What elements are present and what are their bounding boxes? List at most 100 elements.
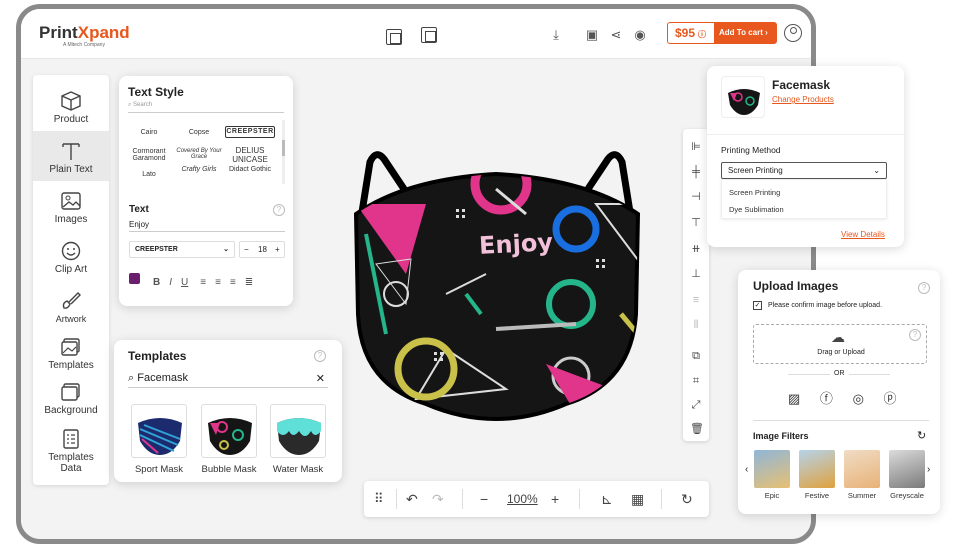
instagram-icon[interactable]: ◎ [853, 391, 864, 406]
template-thumb-sport[interactable] [131, 404, 187, 458]
refresh-icon[interactable]: ↻ [917, 429, 926, 442]
text-input[interactable]: Enjoy [129, 220, 285, 232]
reset-icon[interactable]: ↻ [681, 491, 693, 507]
sidebar-item-plain-text[interactable]: Plain Text [33, 131, 109, 181]
printing-method-select[interactable]: Screen Printing ⌄ [721, 162, 887, 179]
delete-icon[interactable]: 🗑 [690, 423, 704, 435]
font-option[interactable]: Cairo [124, 129, 174, 136]
sidebar-item-product[interactable]: Product [33, 81, 109, 131]
align-center-h-icon[interactable]: ╪ [690, 166, 702, 178]
data-icon [63, 429, 79, 449]
grid-icon[interactable]: ▦ [631, 491, 644, 507]
zoom-level[interactable]: 100% [507, 491, 538, 507]
text-label: Text [129, 204, 149, 215]
filter-epic[interactable] [754, 450, 790, 488]
sidebar-item-background[interactable]: Background [33, 372, 109, 422]
text-color-swatch[interactable] [129, 273, 140, 284]
panel-title: Text Style [128, 85, 184, 99]
align-right-icon[interactable]: ⊣ [690, 191, 702, 203]
mask-artwork[interactable]: Enjoy [346, 144, 646, 429]
send-backward-icon[interactable] [421, 27, 437, 43]
template-thumb-water[interactable] [270, 404, 326, 458]
filter-festive[interactable] [799, 450, 835, 488]
redo-icon[interactable]: ↷ [432, 491, 444, 507]
add-to-cart-button[interactable]: Add To cart › [714, 23, 776, 43]
sidebar-item-label: Templates [48, 452, 94, 463]
align-bottom-icon[interactable]: ⊥ [690, 268, 702, 280]
facebook-icon[interactable]: ⓕ [820, 391, 833, 406]
template-label: Water Mask [272, 464, 324, 475]
font-option[interactable]: Didact Gothic [225, 166, 275, 173]
drag-handle-icon[interactable]: ⠿ [374, 491, 384, 507]
font-option[interactable]: Covered By Your Grace [174, 148, 224, 160]
bold-button[interactable]: B [153, 277, 160, 288]
sidebar-item-templates-data[interactable]: Templates Data [33, 419, 109, 479]
next-arrow-icon[interactable]: › [927, 464, 930, 475]
font-select[interactable]: CREEPSTER ⌄ [129, 241, 235, 258]
gallery-icon[interactable]: ▨ [788, 391, 800, 406]
align-top-icon[interactable]: ⊤ [690, 217, 702, 229]
align-right-button[interactable]: ≡ [230, 277, 236, 288]
font-option[interactable]: Lato [124, 171, 174, 178]
justify-button[interactable]: ≣ [245, 277, 253, 288]
top-bar: PrintXpand A Mitech Company ⤓ ▣ ⋖ ◉ $95 ⓘ… [21, 9, 811, 59]
template-thumb-bubble[interactable] [201, 404, 257, 458]
align-left-icon[interactable]: ⊫ [690, 141, 702, 153]
align-left-button[interactable]: ≡ [200, 277, 206, 288]
align-center-button[interactable]: ≡ [215, 277, 221, 288]
help-icon[interactable]: ? [273, 204, 285, 216]
upload-dropzone[interactable]: ☁ Drag or Upload ? [753, 324, 927, 364]
help-icon[interactable]: ? [314, 350, 326, 362]
distribute-h-icon[interactable]: ⦀ [690, 319, 702, 331]
help-icon[interactable]: ? [909, 329, 921, 341]
confirm-checkbox[interactable]: ✓ [753, 301, 762, 310]
download-icon[interactable]: ⤓ [547, 27, 565, 43]
distribute-v-icon[interactable]: ≡ [690, 294, 702, 306]
filter-greyscale[interactable] [889, 450, 925, 488]
pinterest-icon[interactable]: ⓟ [884, 391, 897, 406]
duplicate-icon[interactable]: ⧉ [690, 350, 702, 362]
zoom-out-icon[interactable]: − [480, 491, 488, 507]
user-icon[interactable] [784, 24, 802, 42]
share-icon[interactable]: ⋖ [607, 27, 625, 43]
tool-sidebar: Product Plain Text Images Clip Art Artwo… [33, 75, 109, 485]
font-list-scrollbar[interactable] [282, 120, 285, 184]
resize-icon[interactable]: ⤢ [690, 399, 702, 411]
save-icon[interactable]: ▣ [583, 27, 601, 43]
brand-logo[interactable]: PrintXpand [39, 23, 130, 43]
divider [579, 489, 580, 509]
filter-summer[interactable] [844, 450, 880, 488]
ruler-icon[interactable]: ⊾ [601, 491, 613, 507]
font-size-stepper[interactable]: − 18 + [239, 241, 285, 258]
help-icon[interactable]: ? [918, 282, 930, 294]
sidebar-item-clip-art[interactable]: Clip Art [33, 231, 109, 281]
font-search-field[interactable]: ⌕ Search [128, 102, 284, 113]
crop-icon[interactable]: ⌗ [690, 375, 702, 387]
option-screen-printing[interactable]: Screen Printing [729, 188, 780, 197]
underline-button[interactable]: U [181, 277, 188, 288]
italic-button[interactable]: I [169, 277, 172, 288]
sidebar-item-images[interactable]: Images [33, 181, 109, 231]
undo-icon[interactable]: ↶ [406, 491, 418, 507]
align-middle-icon[interactable]: ⧺ [690, 243, 702, 255]
upload-cloud-icon: ☁ [831, 329, 845, 345]
zoom-in-icon[interactable]: + [551, 491, 559, 507]
close-icon[interactable]: ✕ [316, 372, 325, 385]
font-option[interactable]: DELIUS UNICASE [225, 146, 275, 164]
prev-arrow-icon[interactable]: ‹ [745, 464, 748, 475]
font-option-selected[interactable]: CREEPSTER [225, 126, 275, 138]
template-search[interactable]: ⌕ Facemask ✕ [128, 372, 328, 388]
font-option[interactable]: Cormorant Garamond [124, 148, 174, 162]
option-dye-sublimation[interactable]: Dye Sublimation [729, 205, 784, 214]
change-products-link[interactable]: Change Products [772, 95, 834, 104]
bring-forward-icon[interactable] [386, 29, 402, 45]
sidebar-item-templates[interactable]: Templates [33, 327, 109, 377]
font-option[interactable]: Crafty Girls [174, 166, 224, 173]
cube-icon [61, 91, 81, 111]
image-icon [61, 192, 81, 210]
preview-icon[interactable]: ◉ [631, 27, 649, 43]
sidebar-item-artwork[interactable]: Artwork [33, 281, 109, 331]
font-option[interactable]: Copse [174, 129, 224, 136]
product-thumb [721, 76, 765, 118]
view-details-link[interactable]: View Details [841, 230, 885, 239]
